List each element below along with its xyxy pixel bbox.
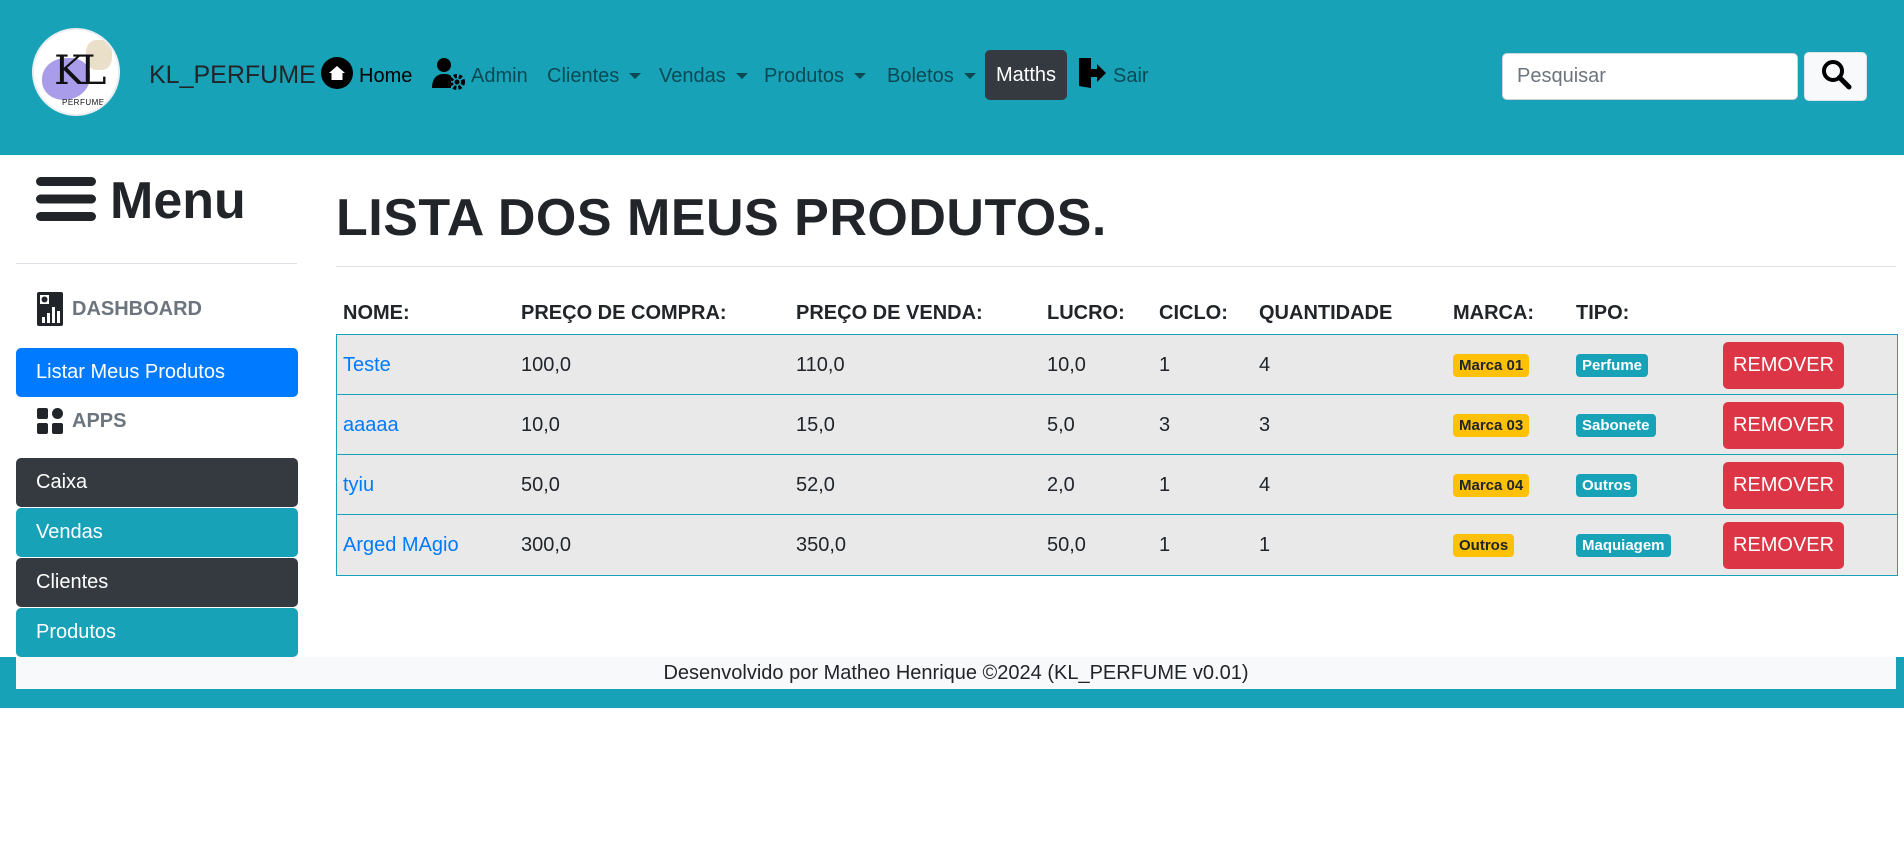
product-name-link[interactable]: Arged MAgio — [343, 515, 459, 575]
brand-logo[interactable]: KL PERFUME — [32, 28, 120, 116]
type-badge: Maquiagem — [1576, 533, 1671, 557]
remove-button[interactable]: REMOVER — [1723, 462, 1844, 509]
top-navbar: KL PERFUME KL_PERFUME Home Admin Cliente… — [0, 0, 1904, 155]
column-header-preco-venda: PREÇO DE VENDA: — [796, 302, 983, 324]
page-title: LISTA DOS MEUS PRODUTOS. — [336, 189, 1107, 247]
chevron-down-icon — [963, 73, 976, 79]
table-row: tyiu 50,0 52,0 2,0 1 4 Marca 04 Outros R… — [337, 455, 1897, 515]
user-gear-icon — [431, 56, 465, 96]
chevron-down-icon — [854, 73, 867, 79]
profit: 2,0 — [1047, 473, 1075, 496]
nav-vendas-label: Vendas — [659, 64, 726, 87]
nav-clientes-dropdown[interactable]: Clientes — [547, 54, 642, 98]
brand-name[interactable]: KL_PERFUME — [149, 60, 316, 90]
quantity: 1 — [1259, 533, 1271, 556]
type-badge: Perfume — [1576, 353, 1649, 377]
column-header-preco-compra: PREÇO DE COMPRA: — [521, 302, 727, 324]
logo-subtext: PERFUME — [62, 98, 105, 107]
cycle: 1 — [1159, 473, 1171, 496]
table-row: aaaaa 10,0 15,0 5,0 3 3 Marca 03 Sabonet… — [337, 395, 1897, 455]
sidebar-list-products-button[interactable]: Listar Meus Produtos — [16, 348, 298, 397]
sidebar-divider — [16, 263, 297, 264]
sidebar-produtos-button[interactable]: Produtos — [16, 608, 298, 657]
nav-sair-label: Sair — [1113, 64, 1149, 87]
purchase-price: 50,0 — [521, 473, 560, 496]
column-header-nome: NOME: — [343, 302, 410, 324]
sale-price: 52,0 — [796, 473, 835, 496]
cycle: 1 — [1159, 533, 1171, 556]
home-icon — [321, 57, 353, 95]
column-header-tipo: TIPO: — [1576, 302, 1630, 324]
nav-produtos-label: Produtos — [764, 64, 845, 87]
sale-price: 110,0 — [796, 353, 845, 376]
table-row: Teste 100,0 110,0 10,0 1 4 Marca 01 Perf… — [337, 335, 1897, 395]
brand-badge: Marca 01 — [1453, 353, 1530, 377]
menu-title-label: Menu — [110, 172, 246, 230]
nav-sair[interactable]: Sair — [1077, 54, 1149, 98]
purchase-price: 10,0 — [521, 413, 560, 436]
nav-matths-button[interactable]: Matths — [985, 50, 1067, 100]
remove-button[interactable]: REMOVER — [1723, 342, 1844, 389]
search-button[interactable] — [1804, 52, 1867, 101]
column-header-marca: MARCA: — [1453, 302, 1535, 324]
nav-home-label: Home — [359, 64, 413, 87]
nav-boletos-dropdown[interactable]: Boletos — [887, 54, 976, 98]
sidebar-vendas-button[interactable]: Vendas — [16, 508, 298, 557]
sidebar-menu-title: Menu — [36, 166, 246, 236]
quantity: 3 — [1259, 413, 1271, 436]
dashboard-icon — [37, 292, 63, 326]
nav-admin-label: Admin — [471, 64, 528, 87]
footer: Desenvolvido por Matheo Henrique ©2024 (… — [16, 657, 1896, 689]
sale-price: 15,0 — [796, 413, 835, 436]
sidebar-apps-heading[interactable]: APPS — [36, 401, 126, 441]
products-table: Teste 100,0 110,0 10,0 1 4 Marca 01 Perf… — [336, 334, 1898, 576]
type-badge: Outros — [1576, 473, 1638, 497]
chevron-down-icon — [735, 73, 748, 79]
nav-admin[interactable]: Admin — [431, 54, 528, 98]
footer-text: Desenvolvido por Matheo Henrique ©2024 (… — [663, 661, 1249, 684]
cycle: 3 — [1159, 413, 1171, 436]
nav-clientes-label: Clientes — [547, 64, 620, 87]
column-header-lucro: LUCRO: — [1047, 302, 1125, 324]
type-badge: Sabonete — [1576, 413, 1656, 437]
brand-badge: Outros — [1453, 533, 1515, 557]
apps-icon — [37, 408, 63, 434]
title-divider — [336, 266, 1896, 267]
chevron-down-icon — [629, 73, 642, 79]
product-name-link[interactable]: Teste — [343, 335, 391, 395]
search-input[interactable] — [1502, 53, 1798, 100]
column-header-ciclo: CICLO: — [1159, 302, 1228, 324]
quantity: 4 — [1259, 473, 1271, 496]
nav-vendas-dropdown[interactable]: Vendas — [659, 54, 748, 98]
logout-icon — [1077, 56, 1107, 96]
nav-home[interactable]: Home — [321, 54, 412, 98]
sidebar-dashboard-heading[interactable]: DASHBOARD — [36, 289, 202, 329]
remove-button[interactable]: REMOVER — [1723, 522, 1844, 569]
hamburger-icon — [36, 175, 96, 228]
remove-button[interactable]: REMOVER — [1723, 402, 1844, 449]
column-header-quantidade: QUANTIDADE — [1259, 302, 1393, 324]
purchase-price: 300,0 — [521, 533, 572, 556]
quantity: 4 — [1259, 353, 1271, 376]
product-name-link[interactable]: tyiu — [343, 455, 374, 515]
cycle: 1 — [1159, 353, 1171, 376]
brand-badge: Marca 03 — [1453, 413, 1530, 437]
sale-price: 350,0 — [796, 533, 847, 556]
apps-label: APPS — [72, 409, 127, 432]
profit: 50,0 — [1047, 533, 1086, 556]
sidebar-clientes-button[interactable]: Clientes — [16, 558, 298, 607]
logo-mark: KL — [54, 48, 106, 94]
dashboard-label: DASHBOARD — [72, 297, 202, 320]
brand-badge: Marca 04 — [1453, 473, 1530, 497]
purchase-price: 100,0 — [521, 353, 572, 376]
nav-produtos-dropdown[interactable]: Produtos — [764, 54, 867, 98]
table-row: Arged MAgio 300,0 350,0 50,0 1 1 Outros … — [337, 515, 1897, 575]
sidebar-caixa-button[interactable]: Caixa — [16, 458, 298, 507]
nav-boletos-label: Boletos — [887, 64, 954, 87]
search-icon — [1820, 58, 1852, 95]
profit: 10,0 — [1047, 353, 1086, 376]
profit: 5,0 — [1047, 413, 1075, 436]
product-name-link[interactable]: aaaaa — [343, 395, 399, 455]
